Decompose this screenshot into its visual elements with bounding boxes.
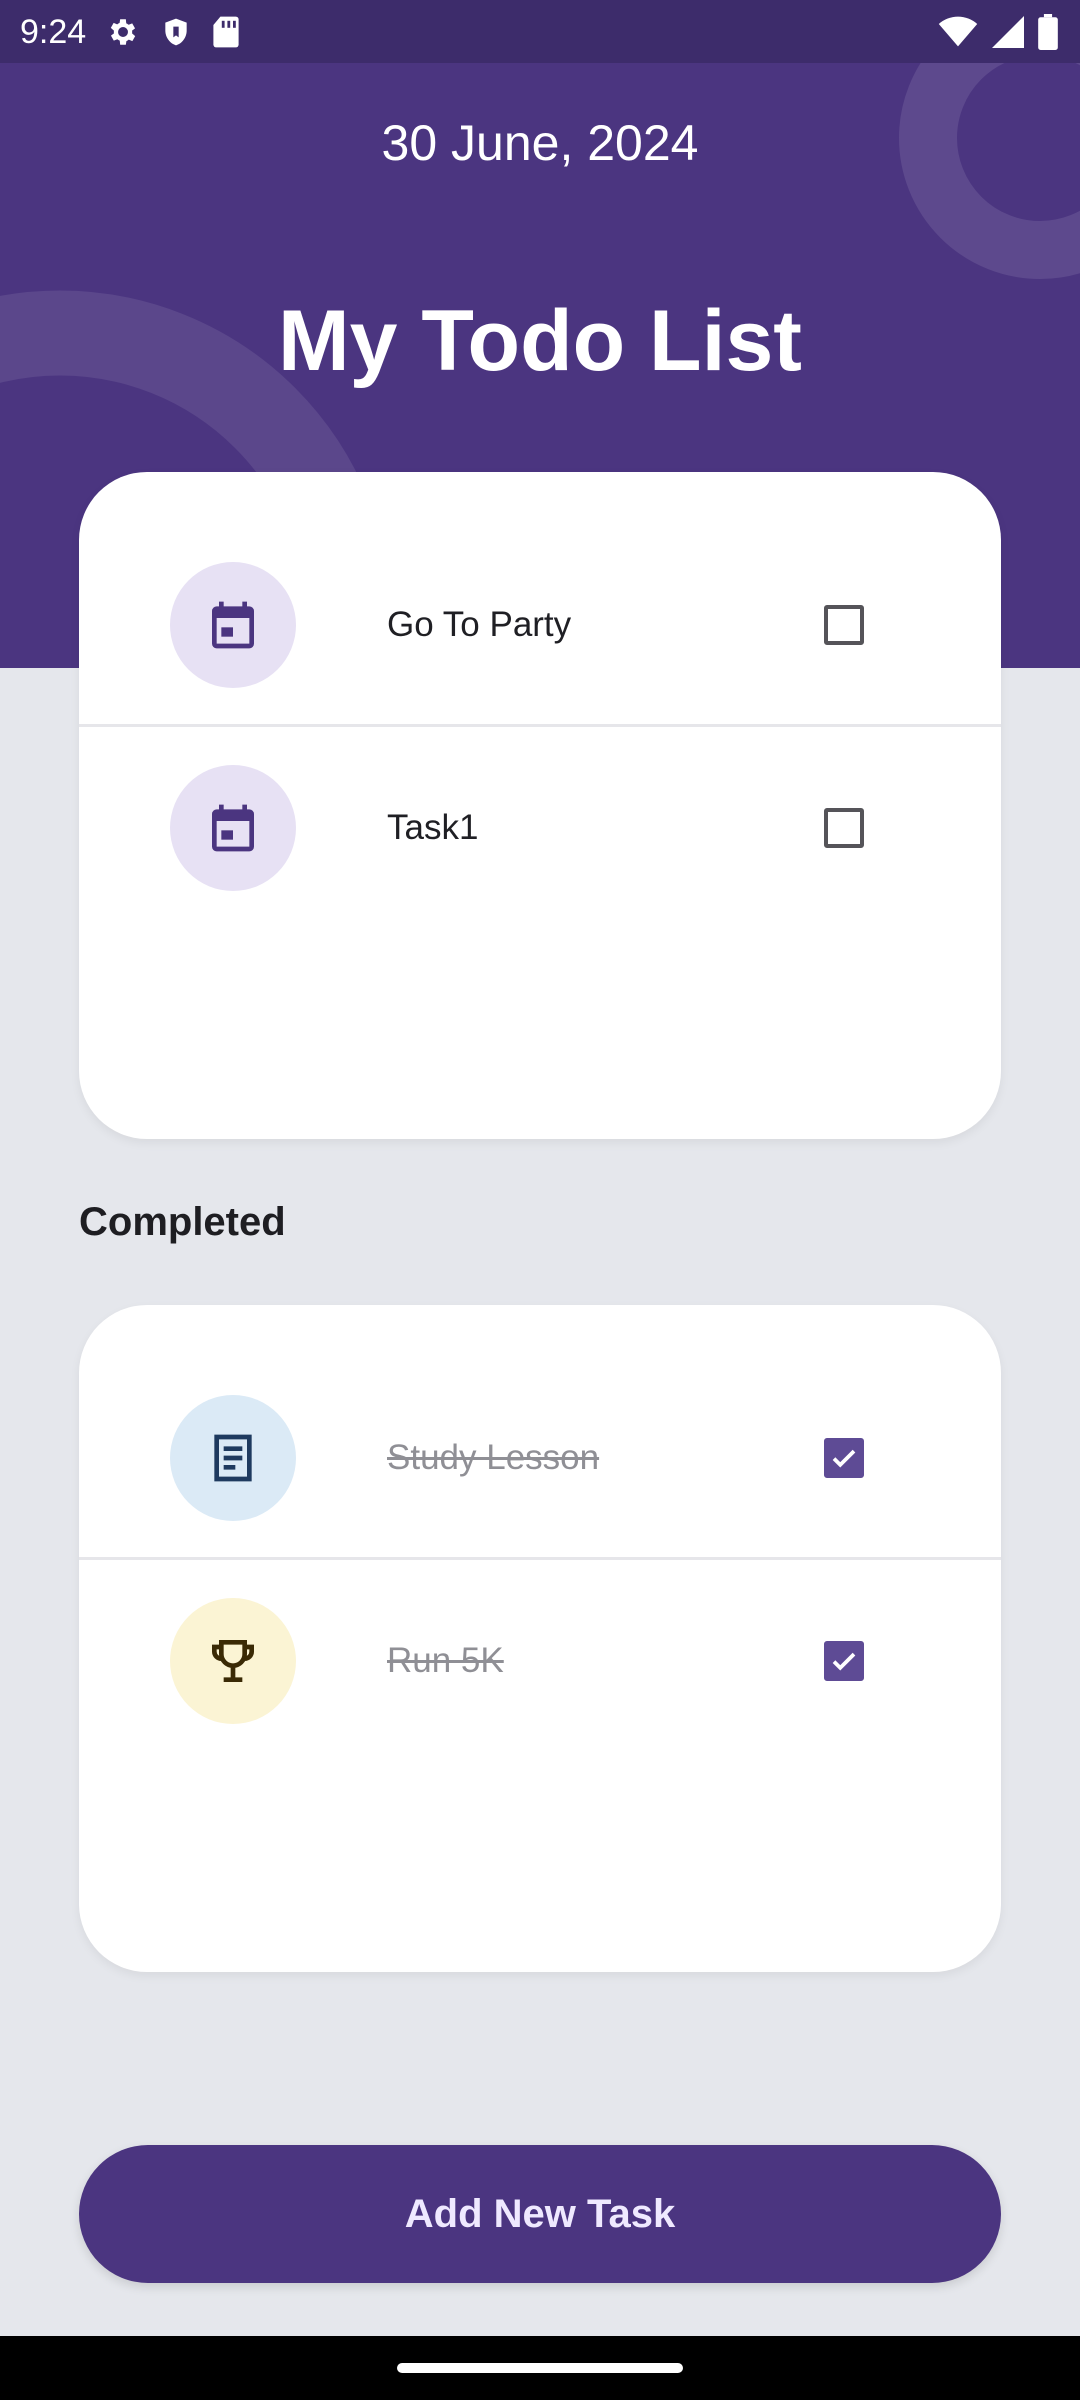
task-label: Task1 <box>387 808 479 847</box>
wifi-icon <box>938 16 978 48</box>
task-checkbox[interactable] <box>824 1641 864 1681</box>
navigation-bar <box>0 2336 1080 2400</box>
completed-heading: Completed <box>79 1200 286 1244</box>
gear-icon <box>106 15 140 49</box>
completed-list-card: Study Lesson Run 5K <box>79 1305 1001 1972</box>
home-gesture-handle[interactable] <box>397 2363 683 2373</box>
task-label: Run 5K <box>387 1641 504 1680</box>
task-row[interactable]: Go To Party <box>79 472 1001 688</box>
checkmark-icon <box>832 1449 856 1468</box>
status-icons-left <box>106 13 240 51</box>
add-new-task-button[interactable]: Add New Task <box>79 2145 1001 2283</box>
shield-icon <box>160 15 192 49</box>
page-title: My Todo List <box>278 293 802 389</box>
status-icons-right <box>938 13 1058 51</box>
calendar-icon <box>170 562 296 688</box>
status-bar: 9:24 <box>0 0 1080 63</box>
todo-list-card: Go To Party Task1 <box>79 472 1001 1139</box>
checkmark-icon <box>832 1652 856 1671</box>
task-label: Study Lesson <box>387 1438 600 1477</box>
notes-icon <box>170 1395 296 1521</box>
date-label: 30 June, 2024 <box>381 115 699 171</box>
task-checkbox[interactable] <box>824 1438 864 1478</box>
calendar-icon <box>170 765 296 891</box>
sd-card-icon <box>212 15 240 49</box>
task-label: Go To Party <box>387 605 572 644</box>
trophy-icon <box>170 1598 296 1724</box>
task-row[interactable]: Task1 <box>79 727 1001 931</box>
task-checkbox[interactable] <box>824 808 864 848</box>
task-row[interactable]: Run 5K <box>79 1560 1001 1764</box>
task-row[interactable]: Study Lesson <box>79 1305 1001 1521</box>
task-checkbox[interactable] <box>824 605 864 645</box>
battery-icon <box>1038 14 1058 50</box>
signal-icon <box>992 16 1024 48</box>
status-time: 9:24 <box>20 13 87 51</box>
